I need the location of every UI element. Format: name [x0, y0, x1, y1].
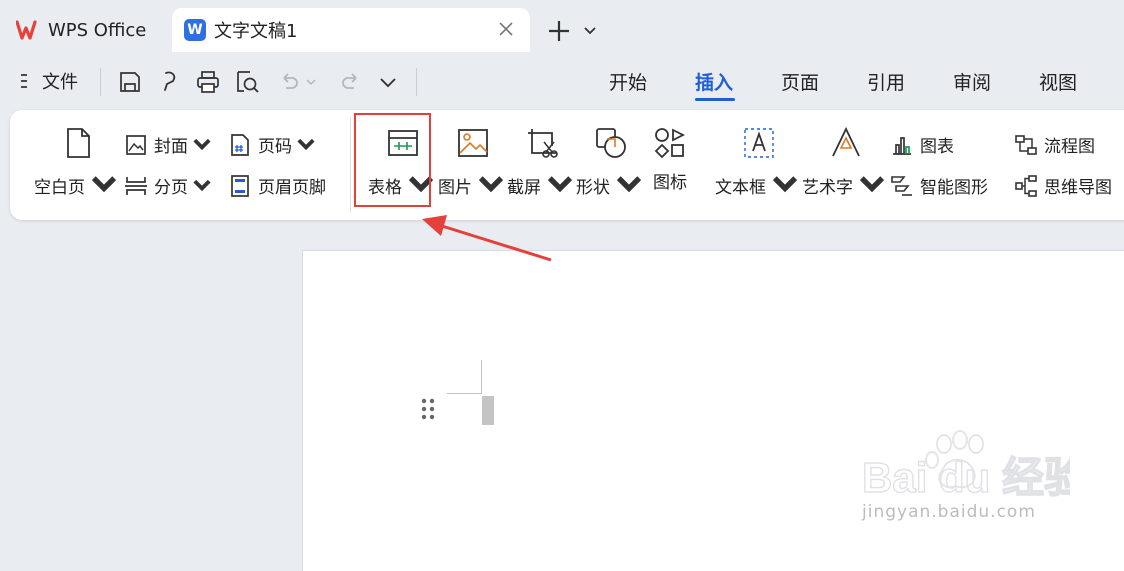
tab-references[interactable]: 引用 [867, 68, 905, 95]
flowchart-button[interactable]: 流程图 [1014, 132, 1095, 157]
cover-button[interactable]: 封面 [124, 132, 220, 157]
flowchart-icon [1015, 134, 1037, 155]
wordart-button[interactable]: 艺术字 [802, 126, 889, 202]
divider [350, 118, 351, 212]
blank-page-label: 空白页 [34, 177, 85, 198]
drag-handle-icon[interactable] [420, 397, 436, 421]
screenshot-icon [528, 129, 558, 158]
chevron-down-icon[interactable] [375, 69, 401, 95]
screenshot-button[interactable]: 截屏 [507, 126, 577, 202]
picture-icon [458, 129, 488, 157]
plus-icon[interactable] [546, 18, 572, 44]
mindmap-button[interactable]: 思维导图 [1014, 173, 1112, 198]
chevron-down-icon [547, 176, 573, 193]
tab-wps-office[interactable]: WPS Office [0, 8, 164, 52]
blank-page-icon [66, 128, 90, 158]
icon-library-icon [654, 128, 686, 159]
mindmap-label: 思维导图 [1044, 178, 1112, 198]
textbox-label: 文本框 [715, 177, 766, 198]
page-number-label: 页码 [258, 137, 292, 157]
textbox-icon [743, 128, 774, 158]
chevron-down-icon [859, 176, 885, 193]
chevron-down-icon [616, 176, 642, 193]
textbox-button[interactable]: 文本框 [715, 126, 802, 202]
divider [100, 68, 101, 96]
quick-toolbar: 文件 开始 插入 页面 引用 审阅 视图 [0, 58, 1124, 106]
wordart-label: 艺术字 [802, 177, 853, 198]
chevron-down-icon[interactable] [582, 22, 598, 38]
save-icon[interactable] [117, 69, 143, 95]
header-footer-icon [231, 174, 249, 197]
chevron-down-icon [91, 176, 117, 193]
icon-label: 图标 [653, 173, 687, 193]
blank-page-button[interactable]: 空白页 [34, 126, 121, 202]
menu-icon [21, 74, 27, 88]
chevron-down-icon [478, 176, 504, 193]
format-painter-icon[interactable] [157, 69, 183, 95]
divider [416, 68, 417, 96]
shape-label: 形状 [576, 177, 610, 198]
insert-ribbon: 空白页 封面 分页 页码 页眉页脚 表格 图片 截屏 形状 图标 文本框 艺术字… [10, 110, 1124, 220]
undo-icon[interactable] [276, 69, 302, 95]
chevron-down-icon [193, 138, 211, 150]
chevron-down-icon [772, 176, 798, 193]
tab-label: WPS Office [48, 19, 147, 41]
margin-corner-mark [447, 393, 481, 394]
flowchart-label: 流程图 [1044, 137, 1095, 157]
cover-label: 封面 [154, 137, 188, 157]
smartart-label: 智能图形 [920, 178, 988, 198]
wps-logo-icon [16, 20, 37, 40]
header-footer-label: 页眉页脚 [258, 178, 326, 198]
page-number-icon [231, 133, 249, 156]
mindmap-icon [1015, 174, 1037, 197]
tab-page[interactable]: 页面 [781, 68, 819, 95]
tab-insert[interactable]: 插入 [695, 68, 733, 95]
header-footer-button[interactable]: 页眉页脚 [228, 173, 326, 198]
page-break-icon [125, 176, 147, 195]
tab-bar: WPS Office W 文字文稿1 [0, 0, 1124, 58]
picture-button[interactable]: 图片 [438, 126, 508, 202]
smartart-button[interactable]: 智能图形 [890, 173, 988, 198]
shape-button[interactable]: 形状 [576, 126, 646, 202]
tab-document[interactable]: W 文字文稿1 [172, 8, 530, 52]
chart-label: 图表 [920, 137, 954, 157]
page-number-button[interactable]: 页码 [228, 132, 324, 157]
active-tab-indicator [695, 98, 735, 101]
print-preview-icon[interactable] [234, 69, 260, 95]
close-icon[interactable] [496, 19, 516, 39]
chevron-down-icon [193, 179, 211, 191]
undo-dropdown-icon[interactable] [304, 69, 318, 95]
wordart-icon [831, 126, 860, 157]
chevron-down-icon [297, 138, 315, 150]
chart-button[interactable]: 图表 [890, 132, 954, 157]
shape-icon [596, 128, 626, 158]
picture-label: 图片 [438, 177, 472, 198]
redo-icon[interactable] [338, 69, 364, 95]
tab-home[interactable]: 开始 [609, 68, 647, 95]
margin-corner-mark [481, 360, 482, 394]
tab-view[interactable]: 视图 [1039, 68, 1077, 95]
watermark-brand: Bai du 经验 [862, 454, 1070, 501]
print-icon[interactable] [195, 69, 221, 95]
page-break-button[interactable]: 分页 [124, 173, 220, 198]
screenshot-label: 截屏 [507, 177, 541, 198]
page-break-label: 分页 [154, 178, 188, 198]
smartart-icon [891, 175, 912, 196]
highlight-box [354, 113, 431, 207]
chart-icon [893, 136, 911, 155]
tab-label: 文字文稿1 [214, 21, 298, 42]
cover-icon [126, 134, 146, 155]
watermark-url: jingyan.baidu.com [862, 502, 1036, 522]
icon-button[interactable]: 图标 [653, 126, 687, 193]
file-menu-label: 文件 [42, 72, 78, 93]
tab-review[interactable]: 审阅 [953, 68, 991, 95]
text-cursor [482, 396, 494, 425]
writer-doc-icon: W [184, 19, 206, 41]
file-menu-button[interactable]: 文件 [18, 68, 78, 94]
